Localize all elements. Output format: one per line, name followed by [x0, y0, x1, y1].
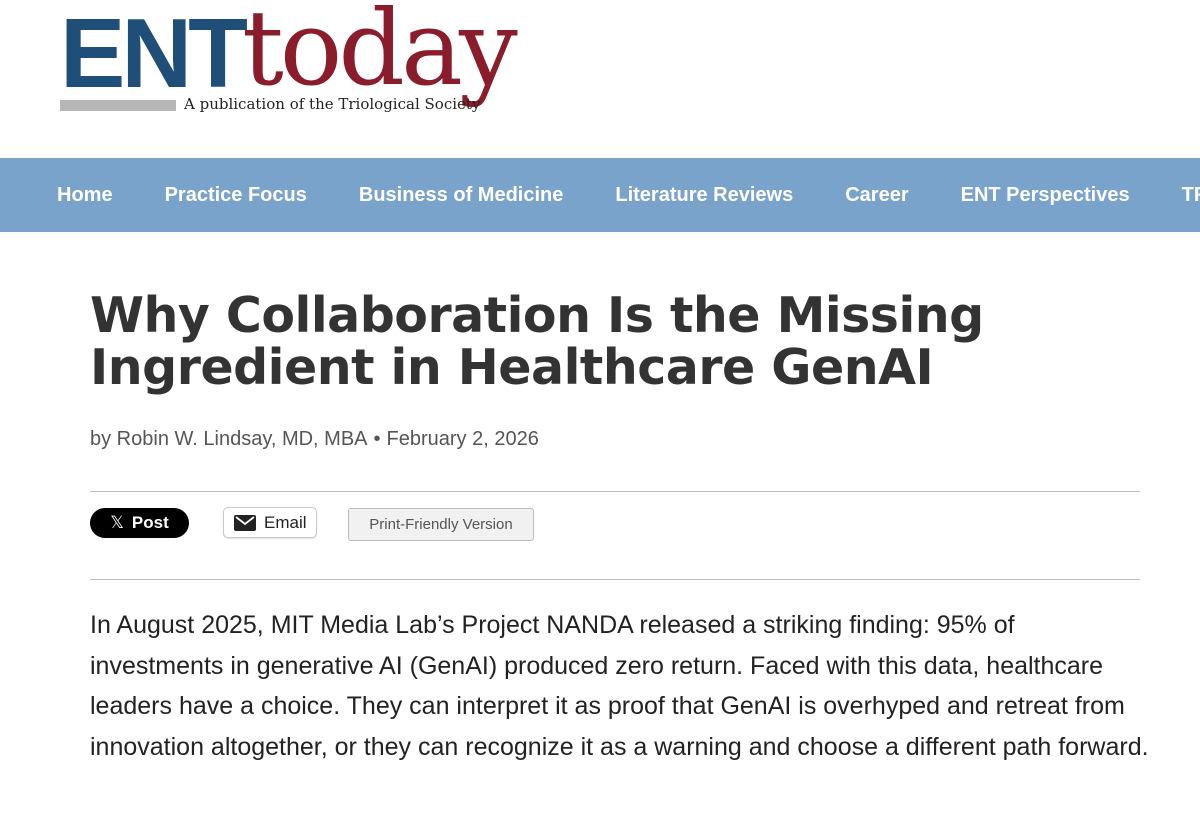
- envelope-icon: [234, 514, 256, 531]
- byline-separator: •: [373, 428, 381, 450]
- nav-item-business-of-medicine[interactable]: Business of Medicine: [359, 184, 564, 207]
- article-body-paragraph: In August 2025, MIT Media Lab’s Project …: [90, 611, 1149, 761]
- main-nav: Home Practice Focus Business of Medicine…: [0, 158, 1200, 232]
- share-email-button[interactable]: Email: [223, 507, 317, 538]
- nav-item-home[interactable]: Home: [57, 184, 113, 207]
- nav-item-ent-perspectives[interactable]: ENT Perspectives: [961, 184, 1130, 207]
- logo-gray-bar: [60, 100, 176, 111]
- nav-item-practice-focus[interactable]: Practice Focus: [165, 184, 307, 207]
- author-name: by Robin W. Lindsay, MD, MBA: [90, 428, 368, 450]
- nav-item-literature-reviews[interactable]: Literature Reviews: [615, 184, 793, 207]
- ent-today-logo[interactable]: ENT today A publication of the Triologic…: [60, 0, 520, 130]
- logo-ent-text: ENT: [60, 0, 248, 108]
- x-logo-icon: 𝕏: [110, 513, 124, 532]
- share-x-button[interactable]: 𝕏 Post: [90, 508, 189, 538]
- divider-bottom: [90, 579, 1140, 580]
- article-title: Why Collaboration Is the Missing Ingredi…: [90, 287, 984, 396]
- print-friendly-button[interactable]: Print-Friendly Version: [348, 508, 534, 541]
- nav-item-trio[interactable]: TRIO: [1182, 184, 1200, 207]
- logo-today-text: today: [242, 0, 518, 109]
- nav-list: Home Practice Focus Business of Medicine…: [0, 158, 1200, 232]
- publish-date: February 2, 2026: [386, 428, 539, 450]
- logo-tagline: A publication of the Triological Society: [184, 95, 481, 113]
- divider-top: [90, 491, 1140, 492]
- nav-item-career[interactable]: Career: [845, 184, 908, 207]
- share-email-label: Email: [264, 512, 307, 532]
- article-byline: by Robin W. Lindsay, MD, MBA • February 2,…: [90, 428, 539, 451]
- share-x-label: Post: [131, 513, 169, 532]
